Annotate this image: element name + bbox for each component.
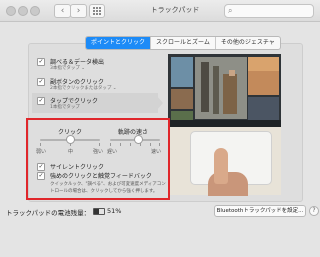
show-all-button[interactable] [89,4,105,18]
tab-more-gestures[interactable]: その他のジェスチャ [216,37,280,49]
selected-option-pointer [156,95,163,111]
tap-to-click-sub: 1本指でタップ [50,105,80,110]
battery-percent: 51% [107,207,122,215]
help-button[interactable]: ? [309,206,319,216]
tab-point-and-click[interactable]: ポイントとクリック [86,37,152,49]
setup-bluetooth-trackpad-button[interactable]: Bluetoothトラックパッドを設定... [214,205,306,217]
finger-illustration [214,148,228,184]
checkmark-icon: ✓ [38,58,44,65]
back-button[interactable]: ‹ [54,4,71,18]
battery-label: トラックパッドの電池残量： [6,209,91,217]
zoom-window-button[interactable] [30,6,40,16]
tab-scroll-and-zoom[interactable]: スクロールとズーム [151,37,216,49]
minimize-window-button[interactable] [18,6,28,16]
chevron-left-icon: ‹ [60,6,65,16]
search-field[interactable]: ⌕ [224,4,314,18]
highlight-outline [26,118,170,200]
chevron-right-icon: › [76,6,81,16]
gesture-preview-video [168,54,281,127]
battery-icon [93,208,105,215]
search-icon: ⌕ [228,6,233,15]
secondary-click-checkbox[interactable]: ✓ [37,78,45,86]
tap-to-click-checkbox[interactable]: ✓ [37,97,45,105]
lookup-gesture-select[interactable]: 3本指でタップ ⌄ [50,65,85,71]
preview-illustration [168,54,281,127]
window-title: トラックパッド [150,6,200,14]
secondary-click-select[interactable]: 2本指でクリックまたはタップ ⌄ [50,85,117,91]
checkmark-icon: ✓ [38,97,44,104]
close-window-button[interactable] [6,6,16,16]
checkmark-icon: ✓ [38,78,44,85]
lookup-checkbox[interactable]: ✓ [37,58,45,66]
tab-bar: ポイントとクリック スクロールとズーム その他のジェスチャ [85,36,281,50]
forward-button[interactable]: › [70,4,87,18]
